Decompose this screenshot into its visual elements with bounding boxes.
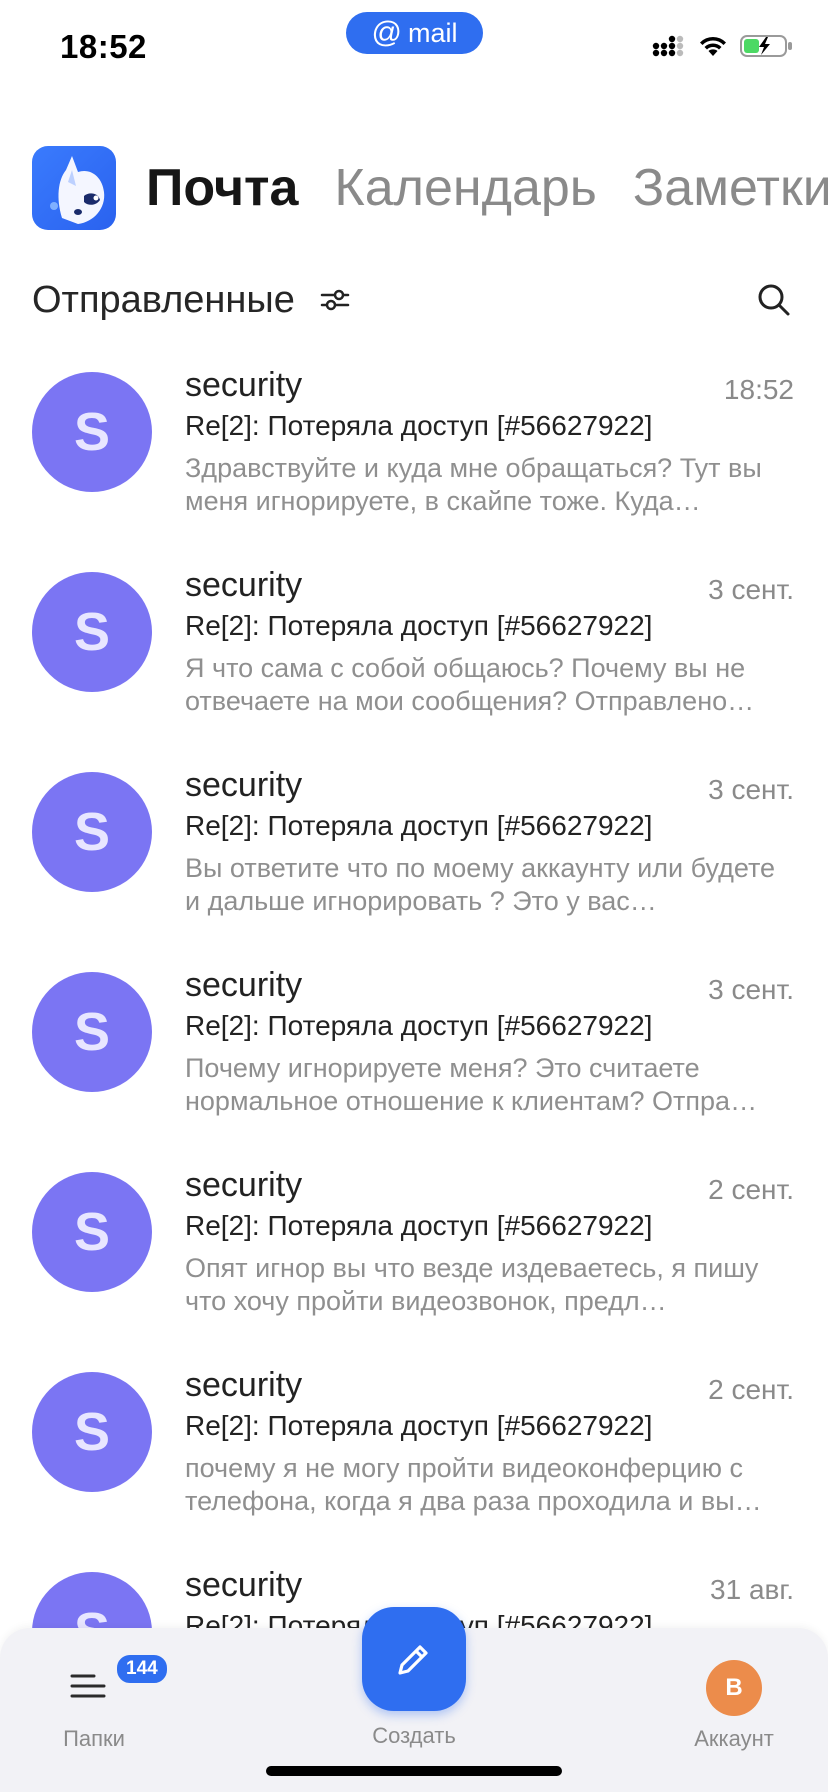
message-date: 31 авг.: [710, 1574, 794, 1605]
message-date: 2 сент.: [708, 1174, 794, 1205]
compose-button[interactable]: [362, 1607, 466, 1711]
avatar: S: [32, 1372, 152, 1492]
mail-pill[interactable]: @ mail: [346, 12, 483, 54]
message-sender: security: [185, 1366, 303, 1404]
message-subject: Re[2]: Потеряла доступ [#56627922]: [185, 810, 653, 841]
message-sender: security: [185, 366, 303, 404]
message-row[interactable]: S security 3 сент. Re[2]: Потеряла досту…: [0, 556, 828, 756]
avatar: S: [32, 772, 152, 892]
app-header: Почта Календарь Заметки: [32, 146, 828, 230]
message-row[interactable]: S security 2 сент. Re[2]: Потеряла досту…: [0, 1356, 828, 1556]
mail-ru-logo-icon[interactable]: [32, 146, 116, 230]
compose-label: Создать: [372, 1723, 456, 1748]
message-subject: Re[2]: Потеряла доступ [#56627922]: [185, 1210, 653, 1241]
message-sender: security: [185, 966, 303, 1004]
home-indicator: [266, 1766, 562, 1776]
message-row[interactable]: S security 18:52 Re[2]: Потеряла доступ …: [0, 356, 828, 556]
nav-account-label: Аккаунт: [694, 1726, 774, 1751]
compose-wrap: Создать: [362, 1607, 466, 1749]
message-list: S security 18:52 Re[2]: Потеряла доступ …: [0, 356, 828, 1756]
message-snippet: Почему игнорируете меня? Это считаете но…: [185, 1053, 758, 1116]
filter-sliders-icon[interactable]: [317, 282, 353, 318]
message-date: 3 сент.: [708, 574, 794, 605]
pencil-icon: [398, 1645, 428, 1675]
nav-account[interactable]: B Аккаунт: [682, 1656, 786, 1752]
avatar: S: [32, 972, 152, 1092]
message-snippet: Я что сама с собой общаюсь? Почему вы не…: [185, 653, 755, 716]
message-sender: security: [185, 1166, 303, 1204]
search-icon[interactable]: [752, 278, 796, 322]
mail-pill-label: mail: [407, 17, 458, 48]
message-snippet: почему я не могу пройти видеоконферцию с…: [185, 1453, 762, 1516]
message-subject: Re[2]: Потеряла доступ [#56627922]: [185, 1010, 653, 1041]
message-sender: security: [185, 566, 303, 604]
message-date: 18:52: [723, 374, 794, 405]
message-snippet: Здравствуйте и куда мне обращаться? Тут …: [185, 453, 762, 516]
message-date: 2 сент.: [708, 1374, 794, 1405]
message-row[interactable]: S security 2 сент. Re[2]: Потеряла досту…: [0, 1156, 828, 1356]
message-sender: security: [185, 766, 303, 804]
avatar: S: [32, 572, 152, 692]
message-snippet: Опят игнор вы что везде издеваетесь, я п…: [185, 1253, 759, 1316]
status-time: 18:52: [60, 28, 147, 65]
message-date: 3 сент.: [708, 974, 794, 1005]
nav-folders[interactable]: 144 Папки: [48, 1652, 170, 1752]
account-avatar: B: [706, 1660, 762, 1716]
tab-mail[interactable]: Почта: [146, 158, 298, 218]
avatar: S: [32, 1172, 152, 1292]
battery-charging-icon: [740, 35, 792, 57]
tab-calendar[interactable]: Календарь: [334, 158, 596, 218]
tab-notes[interactable]: Заметки: [633, 158, 828, 218]
avatar: S: [32, 372, 152, 492]
folders-menu-icon: 144: [64, 1652, 170, 1716]
nav-folders-label: Папки: [63, 1726, 125, 1751]
message-subject: Re[2]: Потеряла доступ [#56627922]: [185, 410, 653, 441]
wifi-icon: [700, 36, 726, 56]
unread-badge: 144: [114, 1652, 170, 1686]
status-bar: 18:52 @ mail: [0, 0, 828, 100]
message-subject: Re[2]: Потеряла доступ [#56627922]: [185, 1410, 653, 1441]
message-sender: security: [185, 1566, 303, 1604]
message-snippet: Вы ответите что по моему аккаунту или бу…: [185, 853, 776, 916]
message-row[interactable]: S security 3 сент. Re[2]: Потеряла досту…: [0, 756, 828, 956]
message-subject: Re[2]: Потеряла доступ [#56627922]: [185, 610, 653, 641]
cellular-signal-icon: [652, 35, 684, 57]
folder-title[interactable]: Отправленные: [32, 279, 295, 322]
status-icons: [652, 34, 794, 58]
message-date: 3 сент.: [708, 774, 794, 805]
folder-row: Отправленные: [32, 272, 796, 328]
at-icon: @: [371, 16, 402, 49]
message-row[interactable]: S security 3 сент. Re[2]: Потеряла досту…: [0, 956, 828, 1156]
